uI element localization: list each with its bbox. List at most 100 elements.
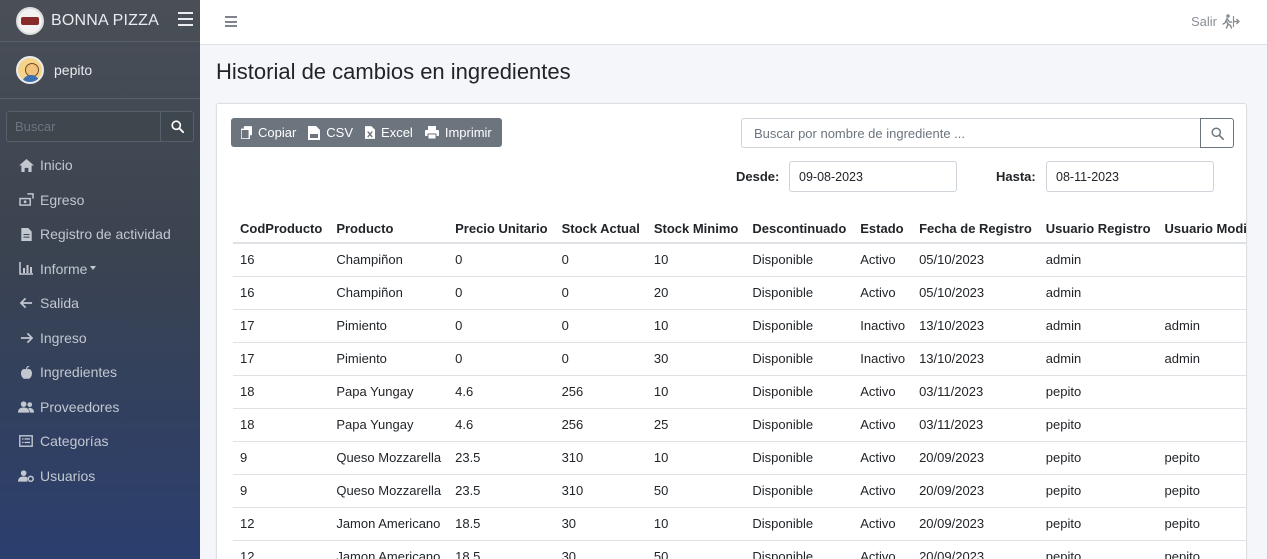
sidebar-search-input[interactable] xyxy=(6,111,160,142)
ingredient-search-button[interactable] xyxy=(1200,118,1234,148)
user-name[interactable]: pepito xyxy=(54,62,92,78)
table-cell: pepito xyxy=(1038,407,1158,441)
column-header[interactable]: Precio Unitario xyxy=(448,210,555,244)
excel-button[interactable]: Excel xyxy=(359,118,419,147)
sidebar-item-categorias[interactable]: Categorías xyxy=(0,424,200,459)
sidebar-item-registro-actividad[interactable]: Registro de actividad xyxy=(0,217,200,252)
table-cell: 0 xyxy=(448,242,555,276)
table-cell: Activo xyxy=(853,407,913,441)
sidebar-item-salida[interactable]: Salida xyxy=(0,286,200,321)
home-icon xyxy=(18,158,34,172)
sidebar-item-label: Salida xyxy=(40,295,79,312)
print-button[interactable]: Imprimir xyxy=(419,118,498,147)
table-row: 9 Queso Mozzarella 23.5 310 10 Disponible Acti… xyxy=(233,440,1246,474)
column-header[interactable]: Usuario Modificacio xyxy=(1157,210,1246,244)
table-cell: 23.5 xyxy=(448,473,555,507)
table-cell: pepito xyxy=(1038,473,1158,507)
table-cell: 0 xyxy=(448,275,555,309)
sidebar-item-label: Egreso xyxy=(40,191,85,208)
sidebar-item-egreso[interactable]: Egreso xyxy=(0,183,200,218)
table-cell: 310 xyxy=(554,473,647,507)
sidebar-toggle-icon[interactable] xyxy=(178,12,193,26)
column-header[interactable]: Stock Minimo xyxy=(646,210,746,244)
users-icon xyxy=(18,401,34,413)
brand[interactable]: BONNA PIZZA xyxy=(0,0,200,42)
column-header[interactable]: Producto xyxy=(329,210,449,244)
table-cell: Champiñon xyxy=(329,242,449,276)
apple-icon xyxy=(18,365,34,379)
table-cell: pepito xyxy=(1157,473,1246,507)
table-cell: 0 xyxy=(448,341,555,375)
table-cell: 4.6 xyxy=(448,374,555,408)
column-header[interactable]: Stock Actual xyxy=(554,210,647,244)
sidebar-item-label: Proveedores xyxy=(40,398,120,415)
arrow-right-icon xyxy=(18,332,34,344)
table-cell: Activo xyxy=(853,440,913,474)
sidebar-item-inicio[interactable]: Inicio xyxy=(0,148,200,183)
search-icon xyxy=(1210,126,1224,140)
print-icon xyxy=(424,126,439,139)
table-cell: 13/10/2023 xyxy=(912,308,1039,342)
column-header[interactable]: Usuario Registro xyxy=(1038,210,1158,244)
table-cell: Activo xyxy=(853,506,913,540)
sidebar-item-ingreso[interactable]: Ingreso xyxy=(0,321,200,356)
table-cell: 256 xyxy=(554,374,647,408)
to-date-input[interactable] xyxy=(1046,161,1214,192)
sidebar-item-label: Ingreso xyxy=(40,329,87,346)
sidebar-item-ingredientes[interactable]: Ingredientes xyxy=(0,355,200,390)
sidebar-item-informe[interactable]: Informe xyxy=(0,252,200,287)
menu-toggle-icon[interactable] xyxy=(225,16,237,27)
table-cell: Queso Mozzarella xyxy=(329,440,449,474)
table-row: 9 Queso Mozzarella 23.5 310 50 Disponible Acti… xyxy=(233,473,1246,507)
table-cell: pepito xyxy=(1038,539,1158,559)
ingredient-search xyxy=(741,118,1234,148)
csv-button[interactable]: CSV xyxy=(302,118,359,147)
column-header[interactable]: Fecha de Registro xyxy=(912,210,1039,244)
user-panel[interactable]: pepito xyxy=(0,42,200,99)
table-cell: 12 xyxy=(233,506,330,540)
column-header[interactable]: Estado xyxy=(853,210,913,244)
table-cell: Activo xyxy=(853,275,913,309)
table-row: 18 Papa Yungay 4.6 256 10 Disponible Activo 03/… xyxy=(233,374,1246,408)
ingredient-search-input[interactable] xyxy=(741,118,1200,148)
table-cell: 30 xyxy=(554,539,647,559)
logout-button[interactable]: Salir xyxy=(1191,14,1241,29)
excel-file-icon xyxy=(365,126,376,139)
table-row: 16 Champiñon 0 0 10 Disponible Activo 05/10/202… xyxy=(233,242,1246,276)
search-icon xyxy=(170,120,184,133)
table-cell: 05/10/2023 xyxy=(912,275,1039,309)
table-cell: pepito xyxy=(1038,440,1158,474)
list-icon xyxy=(18,435,34,448)
table-cell xyxy=(1157,374,1246,408)
table-cell: 12 xyxy=(233,539,330,559)
table-cell: 50 xyxy=(646,539,746,559)
table-row: 12 Jamon Americano 18.5 30 10 Disponible Activ… xyxy=(233,506,1246,540)
table-header-row: CodProducto Producto Precio Unitario Stock … xyxy=(233,210,1246,244)
table-cell: admin xyxy=(1038,242,1158,276)
table-cell: Queso Mozzarella xyxy=(329,473,449,507)
table-cell: 4.6 xyxy=(448,407,555,441)
brand-logo xyxy=(16,6,44,35)
table-cell: admin xyxy=(1038,308,1158,342)
table-cell: 18 xyxy=(233,407,330,441)
copy-button[interactable]: Copiar xyxy=(235,118,302,147)
table-cell: 25 xyxy=(646,407,746,441)
table-cell: 10 xyxy=(646,506,746,540)
column-header[interactable]: Descontinuado xyxy=(745,210,854,244)
table-cell: 10 xyxy=(646,374,746,408)
sidebar-item-usuarios[interactable]: Usuarios xyxy=(0,459,200,494)
file-icon xyxy=(18,227,34,241)
sidebar-item-label: Categorías xyxy=(40,433,109,450)
table-cell: pepito xyxy=(1157,440,1246,474)
table-cell: Inactivo xyxy=(853,308,913,342)
sidebar-item-proveedores[interactable]: Proveedores xyxy=(0,390,200,425)
from-date-input[interactable] xyxy=(789,161,957,192)
table-cell: 20/09/2023 xyxy=(912,440,1039,474)
sidebar: BONNA PIZZA pepito Inicio Egreso Registr… xyxy=(0,0,200,559)
sidebar-search-button[interactable] xyxy=(160,111,194,142)
sidebar-item-label: Usuarios xyxy=(40,467,96,484)
table-cell: 16 xyxy=(233,242,330,276)
table-cell: 0 xyxy=(554,308,647,342)
column-header[interactable]: CodProducto xyxy=(233,210,330,244)
table-cell: 03/11/2023 xyxy=(912,374,1039,408)
